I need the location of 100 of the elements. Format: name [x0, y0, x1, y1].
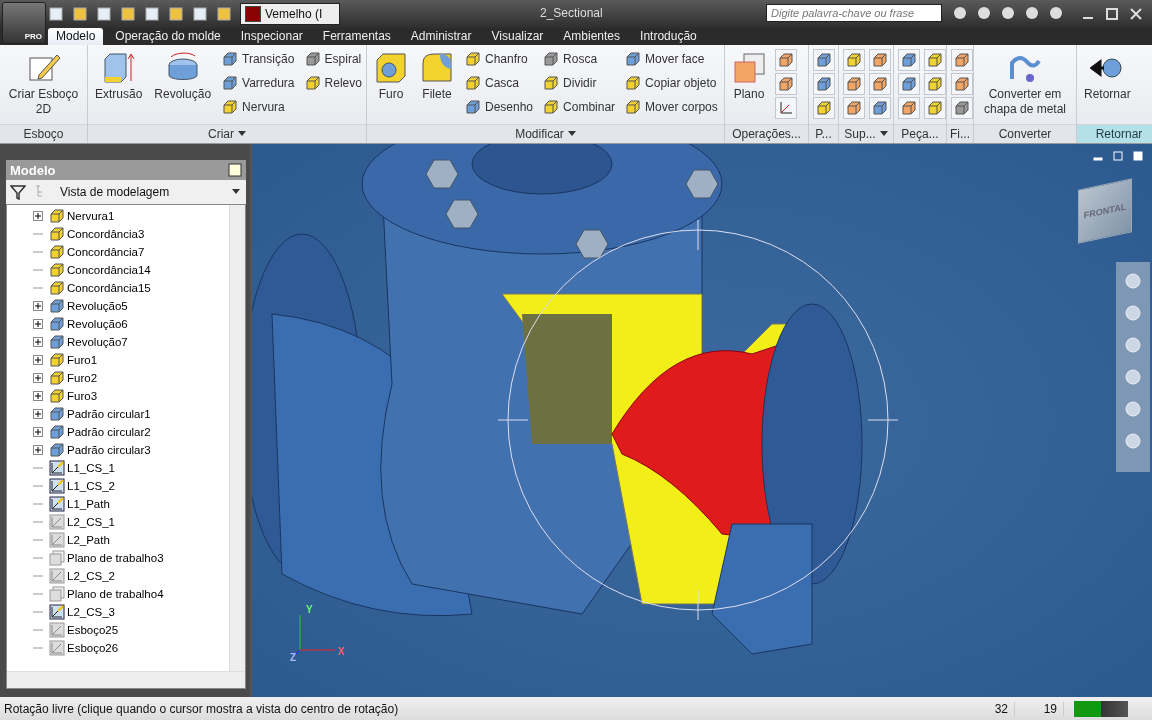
ribbon-button[interactable]: Plano — [729, 49, 769, 104]
3d-viewport[interactable]: FRONTAL X Y Z — [250, 144, 1152, 697]
tool-button[interactable] — [775, 73, 797, 95]
ribbon-button[interactable]: Filete — [417, 49, 457, 104]
tree-item[interactable]: Revolução6 — [33, 315, 229, 333]
expand-icon[interactable] — [33, 337, 43, 347]
tree-item[interactable]: L1_CS_1 — [33, 459, 229, 477]
tree-item[interactable]: Furo2 — [33, 369, 229, 387]
tool-button[interactable] — [869, 49, 891, 71]
tree-item[interactable]: L2_CS_2 — [33, 567, 229, 585]
tree-item[interactable]: Furo3 — [33, 387, 229, 405]
tool-button[interactable] — [951, 97, 973, 119]
ribbon-tab[interactable]: Ambientes — [555, 28, 629, 45]
tree-item[interactable]: Padrão circular3 — [33, 441, 229, 459]
horizontal-scrollbar[interactable] — [7, 671, 245, 688]
ribbon-tab[interactable]: Visualizar — [483, 28, 552, 45]
tool-button[interactable] — [951, 73, 973, 95]
tree-item[interactable]: Concordância14 — [33, 261, 229, 279]
ribbon-button[interactable]: Transição — [220, 49, 297, 69]
tree-item[interactable]: Concordância7 — [33, 243, 229, 261]
ribbon-button[interactable]: Combinar — [541, 97, 618, 117]
ribbon-tab[interactable]: Inspecionar — [232, 28, 311, 45]
ribbon-button[interactable]: Rosca — [541, 49, 618, 69]
tree-item[interactable]: Concordância3 — [33, 225, 229, 243]
expand-icon[interactable] — [33, 391, 43, 401]
ribbon-button[interactable]: Mover corpos — [623, 97, 720, 117]
tree-item[interactable]: Padrão circular2 — [33, 423, 229, 441]
close-icon[interactable] — [1128, 6, 1144, 22]
tree-item[interactable]: Esboço26 — [33, 639, 229, 657]
ribbon-button[interactable]: Revolução — [151, 49, 215, 104]
ribbon-tab[interactable]: Modelo — [48, 28, 104, 45]
restore-icon[interactable] — [1112, 150, 1124, 162]
tree-item[interactable]: Concordância15 — [33, 279, 229, 297]
tree-item[interactable]: L1_Path — [33, 495, 229, 513]
ribbon-button[interactable]: Copiar objeto — [623, 73, 720, 93]
ribbon-tab[interactable]: Administrar — [402, 28, 480, 45]
tool-button[interactable] — [813, 97, 835, 119]
ribbon-tab[interactable]: Ferramentas — [314, 28, 399, 45]
expand-icon[interactable] — [33, 211, 43, 221]
tree-item[interactable]: Esboço25 — [33, 621, 229, 639]
ribbon-button[interactable]: Extrusão — [92, 49, 146, 104]
ribbon-button[interactable]: Converter em chapa de metal — [978, 49, 1072, 119]
maximize-icon[interactable] — [1104, 6, 1120, 22]
orbit-circle[interactable] — [498, 220, 898, 620]
application-menu-button[interactable]: PRO — [2, 2, 46, 44]
ribbon-button[interactable]: Nervura — [220, 97, 297, 117]
expand-icon[interactable] — [33, 301, 43, 311]
tool-button[interactable] — [813, 73, 835, 95]
ribbon-button[interactable]: Espiral — [302, 49, 364, 69]
expand-icon[interactable] — [33, 427, 43, 437]
ribbon-button[interactable]: Varredura — [220, 73, 297, 93]
caret-icon[interactable] — [567, 131, 576, 137]
tree-item[interactable]: Padrão circular1 — [33, 405, 229, 423]
tool-button[interactable] — [869, 73, 891, 95]
tree-item[interactable]: L2_CS_1 — [33, 513, 229, 531]
ribbon-button[interactable]: Chanfro — [463, 49, 536, 69]
tool-button[interactable] — [843, 49, 865, 71]
ribbon-button[interactable]: Casca — [463, 73, 536, 93]
tool-button[interactable] — [813, 49, 835, 71]
tool-button[interactable] — [775, 97, 797, 119]
tool-button[interactable] — [898, 73, 920, 95]
tree-item[interactable]: L2_Path — [33, 531, 229, 549]
tree-item[interactable]: L1_CS_2 — [33, 477, 229, 495]
tree-item[interactable]: Furo1 — [33, 351, 229, 369]
search-field[interactable]: Digite palavra-chave ou frase — [766, 4, 942, 22]
ribbon-tab[interactable]: Introdução — [632, 28, 705, 45]
tool-button[interactable] — [951, 49, 973, 71]
vertical-scrollbar[interactable] — [229, 205, 245, 672]
ribbon-button[interactable]: Dividir — [541, 73, 618, 93]
expand-icon[interactable] — [33, 409, 43, 419]
ribbon-button[interactable]: Desenho — [463, 97, 536, 117]
tree-item[interactable]: Revolução5 — [33, 297, 229, 315]
caret-icon[interactable] — [238, 131, 246, 137]
tool-button[interactable] — [843, 97, 865, 119]
expand-icon[interactable] — [33, 445, 43, 455]
ribbon-button[interactable]: Criar Esboço 2D — [4, 49, 83, 119]
tool-button[interactable] — [924, 97, 946, 119]
ribbon-button[interactable]: Mover face — [623, 49, 720, 69]
material-dropdown[interactable]: Vemelho (I — [240, 3, 340, 25]
tree-item[interactable]: Revolução7 — [33, 333, 229, 351]
ribbon-button[interactable]: Retornar — [1081, 49, 1134, 104]
ribbon-button[interactable]: Furo — [371, 49, 411, 104]
ribbon-button[interactable]: Relevo — [302, 73, 364, 93]
tree-item[interactable]: Plano de trabalho3 — [33, 549, 229, 567]
ribbon-tab[interactable]: Operação do molde — [107, 28, 229, 45]
tool-button[interactable] — [775, 49, 797, 71]
tool-button[interactable] — [898, 49, 920, 71]
tool-button[interactable] — [843, 73, 865, 95]
tool-button[interactable] — [898, 97, 920, 119]
expand-icon[interactable] — [33, 355, 43, 365]
tree-item[interactable]: Nervura1 — [33, 207, 229, 225]
tool-button[interactable] — [924, 49, 946, 71]
expand-icon[interactable] — [33, 319, 43, 329]
tree-item[interactable]: L2_CS_3 — [33, 603, 229, 621]
tree-item[interactable]: Plano de trabalho4 — [33, 585, 229, 603]
filter-icon[interactable] — [10, 184, 26, 200]
tool-button[interactable] — [924, 73, 946, 95]
expand-icon[interactable] — [33, 373, 43, 383]
close-icon[interactable] — [1132, 150, 1144, 162]
caret-icon[interactable] — [879, 131, 888, 137]
